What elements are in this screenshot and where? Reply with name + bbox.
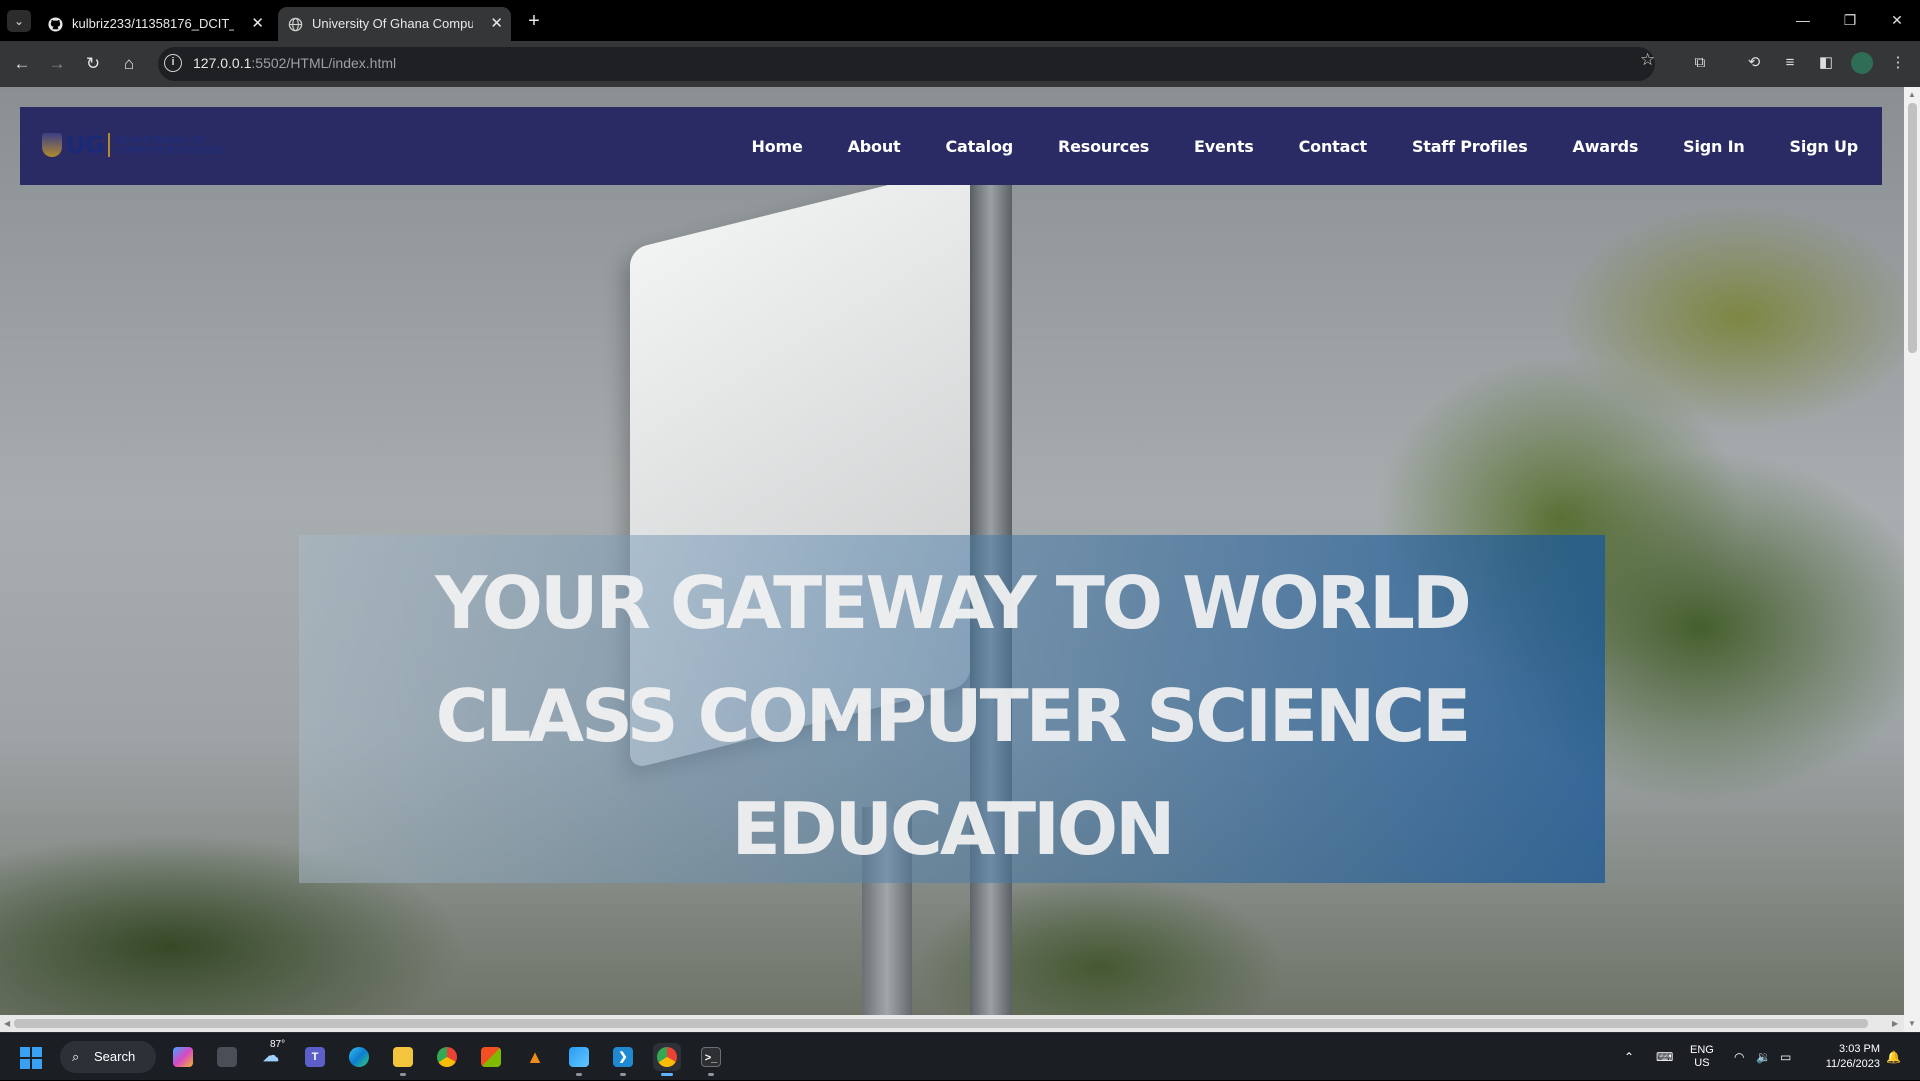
keyboard-icon[interactable]: ⌨ — [1656, 1033, 1673, 1081]
tab-title: kulbriz233/11358176_DCIT_205 — [72, 16, 234, 31]
back-arrow-icon[interactable]: ← — [9, 51, 35, 77]
file-explorer-icon[interactable] — [389, 1043, 417, 1076]
system-clock[interactable]: 3:03 PM 11/26/2023 — [1826, 1042, 1880, 1072]
minimize-icon[interactable]: — — [1780, 0, 1826, 41]
profile-avatar-icon[interactable] — [1851, 52, 1873, 74]
home-icon[interactable]: ⌂ — [116, 51, 142, 77]
task-view-icon[interactable] — [213, 1043, 241, 1071]
copilot-app-icon[interactable] — [169, 1043, 197, 1071]
hero-text-box: YOUR GATEWAY TO WORLD CLASS COMPUTER SCI… — [299, 535, 1605, 883]
site-logo[interactable]: UG DEPARTMENT OF COMPUTER SCIENCE — [42, 131, 225, 159]
scroll-right-arrow-icon[interactable]: ▶ — [1892, 1019, 1898, 1028]
logo-department-text: DEPARTMENT OF COMPUTER SCIENCE — [115, 135, 225, 155]
nav-catalog[interactable]: Catalog — [946, 137, 1014, 156]
vscode-icon[interactable]: ❯ — [609, 1043, 637, 1076]
tab-title: University Of Ghana Computer — [312, 16, 473, 31]
url-path: :5502/HTML/index.html — [251, 55, 397, 71]
site-navbar: UG DEPARTMENT OF COMPUTER SCIENCE Home A… — [20, 107, 1882, 185]
windows-taskbar: ⌕ Search ☁ 87° T ▲ ❯ >_ ⌃ ⌨ ENG US ◠ 🔉 ▭… — [0, 1032, 1920, 1080]
main-menu: Home About Catalog Resources Events Cont… — [707, 107, 1859, 185]
taskbar-search-button[interactable]: ⌕ Search — [60, 1041, 156, 1073]
nav-events[interactable]: Events — [1194, 137, 1254, 156]
edge-browser-icon[interactable] — [345, 1043, 373, 1071]
language-indicator[interactable]: ENG US — [1690, 1044, 1714, 1070]
photo-editor-icon[interactable] — [565, 1043, 593, 1076]
globe-icon — [288, 17, 303, 32]
hero-heading-line-1: YOUR GATEWAY TO WORLD — [435, 561, 1472, 645]
teams-app-icon[interactable]: T — [301, 1043, 329, 1071]
restore-icon[interactable]: ❐ — [1827, 0, 1873, 41]
chrome-browser-icon[interactable] — [433, 1043, 461, 1071]
nav-about[interactable]: About — [848, 137, 901, 156]
taskbar-search-label: Search — [94, 1049, 136, 1064]
clock-date: 11/26/2023 — [1825, 1058, 1880, 1070]
volume-icon[interactable]: 🔉 — [1756, 1033, 1771, 1081]
ug-crest-icon — [42, 133, 62, 157]
browser-menu-icon[interactable]: ⋮ — [1887, 52, 1909, 74]
hero-heading: YOUR GATEWAY TO WORLD CLASS COMPUTER SCI… — [299, 547, 1605, 886]
reload-icon[interactable]: ↻ — [80, 51, 106, 77]
url-text[interactable]: 127.0.0.1:5502/HTML/index.html — [193, 54, 396, 73]
nav-awards[interactable]: Awards — [1573, 137, 1639, 156]
close-tab-icon[interactable]: ✕ — [251, 7, 264, 41]
close-tab-icon[interactable]: ✕ — [490, 7, 503, 41]
logo-divider — [108, 133, 111, 157]
weather-temperature: 87° — [270, 1039, 286, 1050]
new-tab-plus-icon[interactable]: + — [520, 7, 548, 35]
wifi-icon[interactable]: ◠ — [1734, 1033, 1744, 1081]
bookmark-star-icon[interactable]: ☆ — [1640, 50, 1655, 70]
nav-resources[interactable]: Resources — [1058, 137, 1149, 156]
logo-line-1: DEPARTMENT OF — [115, 135, 206, 145]
browser-tab-strip: ⌄ kulbriz233/11358176_DCIT_205 ✕ Univers… — [0, 0, 1920, 41]
vertical-scrollbar[interactable]: ▲ ▼ — [1904, 87, 1920, 1032]
region-code: US — [1694, 1057, 1710, 1069]
site-info-icon[interactable]: i — [164, 54, 182, 72]
tab-ug-computer[interactable]: University Of Ghana Computer ✕ — [278, 7, 511, 41]
media-control-icon[interactable]: ≡ — [1779, 52, 1801, 74]
clock-time: 3:03 PM — [1839, 1043, 1880, 1055]
tab-github[interactable]: kulbriz233/11358176_DCIT_205 ✕ — [38, 7, 272, 41]
nav-sign-in[interactable]: Sign In — [1683, 137, 1745, 156]
battery-icon[interactable]: ▭ — [1780, 1033, 1791, 1081]
nav-home[interactable]: Home — [752, 137, 803, 156]
scroll-left-arrow-icon[interactable]: ◀ — [4, 1019, 10, 1028]
nav-sign-up[interactable]: Sign Up — [1790, 137, 1859, 156]
side-panel-icon[interactable]: ◧ — [1815, 52, 1837, 74]
scroll-down-arrow-icon[interactable]: ▼ — [1908, 1019, 1916, 1028]
page-viewport: UG DEPARTMENT OF COMPUTER SCIENCE Home A… — [0, 87, 1904, 1015]
language-code: ENG — [1690, 1044, 1714, 1056]
logo-line-2: COMPUTER SCIENCE — [115, 145, 226, 155]
forward-arrow-icon[interactable]: → — [44, 51, 70, 77]
tray-overflow-chevron-icon[interactable]: ⌃ — [1624, 1033, 1634, 1081]
chrome-active-window-icon[interactable] — [653, 1043, 681, 1076]
scroll-up-arrow-icon[interactable]: ▲ — [1908, 90, 1916, 99]
extensions-puzzle-icon[interactable]: ⧉ — [1689, 52, 1711, 74]
vlc-player-icon[interactable]: ▲ — [521, 1043, 549, 1071]
github-icon — [48, 17, 63, 32]
extension-icon[interactable]: ⟲ — [1743, 52, 1765, 74]
nav-contact[interactable]: Contact — [1299, 137, 1368, 156]
horizontal-scrollbar[interactable]: ◀ ▶ — [0, 1015, 1904, 1032]
microsoft-store-icon[interactable] — [477, 1043, 505, 1071]
tab-search-chevron-icon[interactable]: ⌄ — [7, 10, 31, 32]
close-window-icon[interactable]: ✕ — [1874, 0, 1920, 41]
terminal-icon[interactable]: >_ — [697, 1043, 725, 1076]
search-icon: ⌕ — [72, 1049, 80, 1064]
logo-ug-text: UG — [66, 131, 104, 159]
nav-staff-profiles[interactable]: Staff Profiles — [1412, 137, 1528, 156]
hero-heading-line-3: EDUCATION — [731, 787, 1176, 871]
url-host: 127.0.0.1 — [193, 55, 252, 71]
notification-bell-icon[interactable]: 🔔 — [1886, 1033, 1901, 1081]
horizontal-scroll-thumb[interactable] — [14, 1019, 1868, 1028]
vertical-scroll-thumb[interactable] — [1908, 103, 1917, 353]
hero-heading-line-2: CLASS COMPUTER SCIENCE — [435, 674, 1472, 758]
windows-start-icon[interactable] — [20, 1047, 42, 1069]
